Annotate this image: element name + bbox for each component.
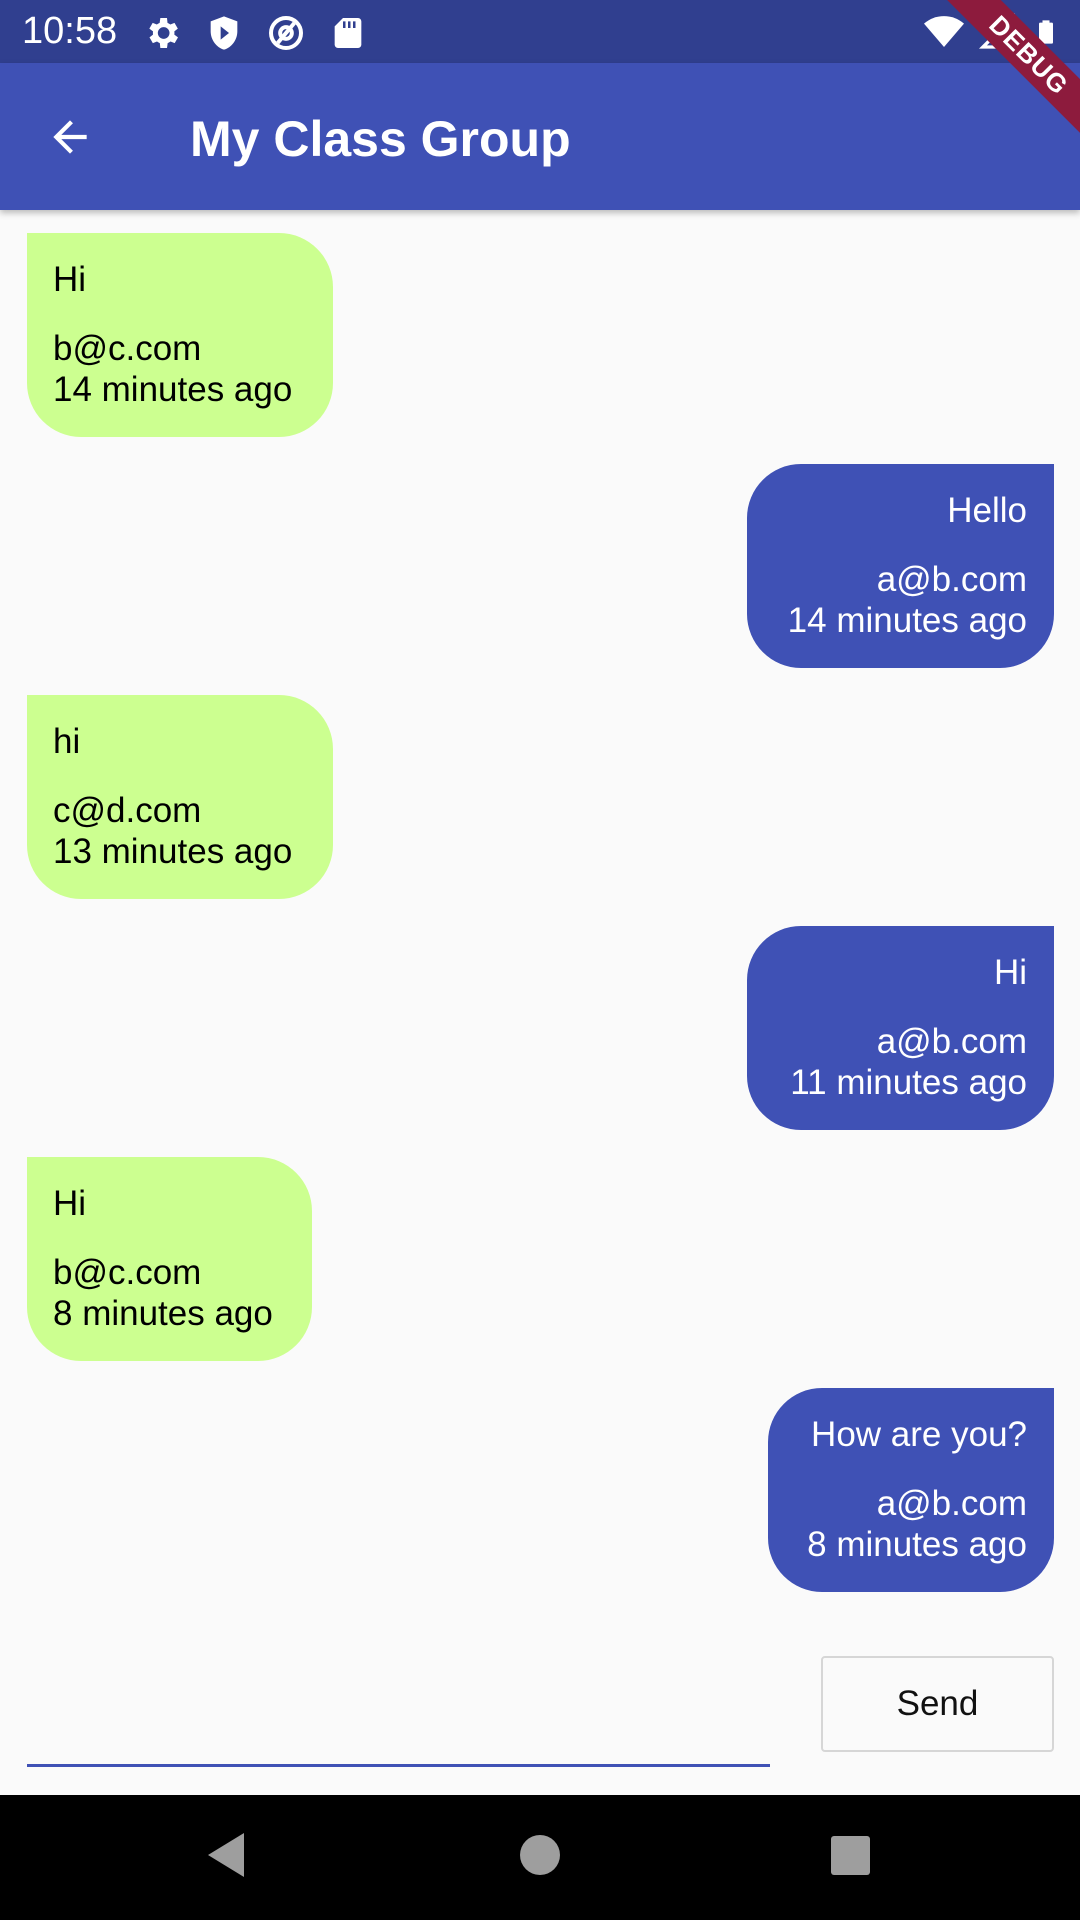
wifi-icon [924, 16, 964, 47]
message-sender: b@c.com [53, 1253, 202, 1292]
back-button[interactable] [38, 105, 102, 169]
send-button[interactable]: Send [821, 1656, 1054, 1752]
status-bar: 10:58 [0, 0, 1080, 63]
system-nav-bar [0, 1795, 1080, 1920]
message-time: 13 minutes ago [53, 832, 293, 871]
message-bubble: Hi b@c.com 14 minutes ago [27, 233, 333, 437]
nav-home-icon[interactable] [520, 1835, 560, 1875]
message-text: Hi [53, 260, 87, 299]
page-title: My Class Group [190, 111, 571, 167]
message-text: Hello [947, 491, 1027, 530]
message-time: 11 minutes ago [790, 1063, 1027, 1102]
status-time: 10:58 [22, 10, 118, 52]
message-sender: a@b.com [876, 1022, 1027, 1061]
message-bubble: How are you? a@b.com 8 minutes ago [768, 1388, 1054, 1592]
at-sign-icon [269, 16, 303, 50]
message-sender: a@b.com [876, 560, 1027, 599]
message-input[interactable] [27, 1695, 770, 1767]
shield-icon [210, 16, 238, 50]
message-time: 14 minutes ago [53, 370, 293, 409]
status-icons-left [142, 13, 368, 53]
composer: Send [0, 1605, 1080, 1795]
message-sender: b@c.com [53, 329, 202, 368]
message-time: 8 minutes ago [53, 1294, 273, 1333]
gear-icon [149, 18, 178, 48]
message-text: Hi [53, 1184, 87, 1223]
message-text: hi [53, 722, 81, 761]
sd-card-icon [334, 18, 362, 48]
message-list[interactable]: Hi b@c.com 14 minutes ago Hello a@b.com … [0, 210, 1080, 1605]
app-bar: My Class Group [0, 63, 1080, 210]
message-time: 14 minutes ago [787, 601, 1027, 640]
nav-recents-icon[interactable] [831, 1836, 870, 1875]
message-text: Hi [993, 953, 1027, 992]
message-sender: a@b.com [876, 1484, 1027, 1523]
message-sender: c@d.com [53, 791, 202, 830]
nav-back-icon[interactable] [204, 1831, 248, 1879]
message-bubble: hi c@d.com 13 minutes ago [27, 695, 333, 899]
message-bubble: Hello a@b.com 14 minutes ago [747, 464, 1054, 668]
message-bubble: Hi a@b.com 11 minutes ago [747, 926, 1054, 1130]
message-time: 8 minutes ago [807, 1525, 1027, 1564]
message-bubble: Hi b@c.com 8 minutes ago [27, 1157, 312, 1361]
message-text: How are you? [811, 1415, 1027, 1454]
arrow-left-icon [53, 120, 87, 154]
